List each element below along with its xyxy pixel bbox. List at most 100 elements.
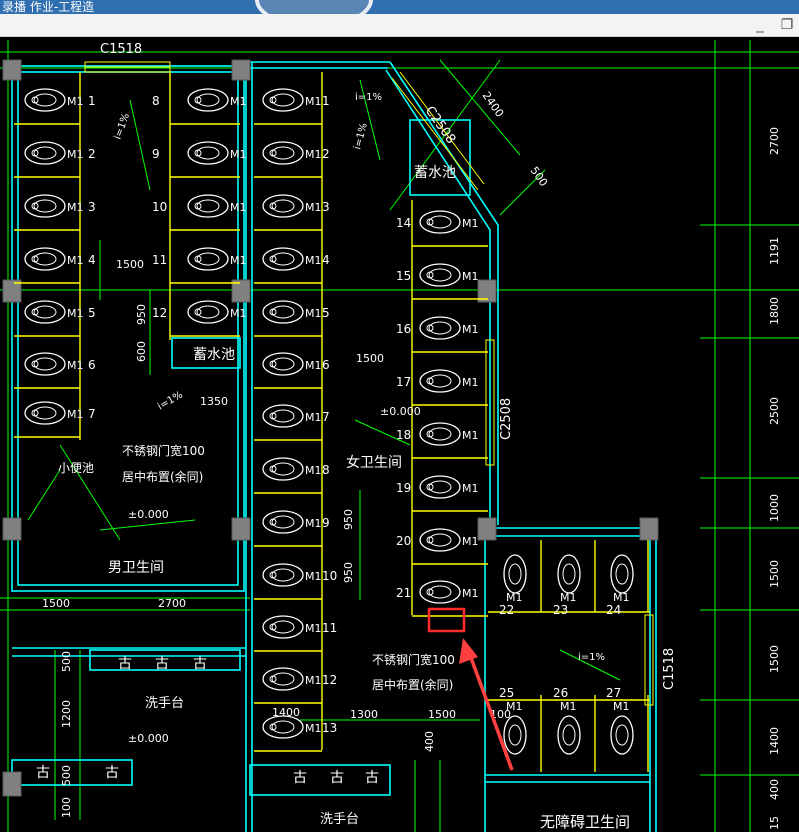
stall-door-label: M1 — [305, 359, 322, 372]
dim-text: 950 — [342, 562, 355, 583]
toilet-stall-7: M1 7 — [262, 404, 330, 428]
dim-text: 1191 — [768, 237, 781, 265]
dim-text: 950 — [342, 509, 355, 530]
label-sink-1: 洗手台 — [145, 696, 184, 711]
toilet-stall-2: M1 2 — [24, 141, 96, 165]
toilet-stall-9: M19 — [262, 510, 330, 534]
dim-text: 1400 — [272, 706, 300, 719]
stall-number: 25 — [499, 686, 514, 700]
stall-number: 15 — [396, 269, 411, 283]
stall-door-label: M1 — [67, 359, 84, 372]
stall-number: 6 — [88, 358, 96, 372]
label-mens-room: 男卫生间 — [108, 560, 164, 576]
dim-text: 15 — [768, 816, 781, 830]
window-c1518-right — [644, 614, 654, 706]
cad-drawing-canvas[interactable]: M1 1M1 2M1 3M1 4M1 5M1 6M1 7M18M19M110M111M112M… — [0, 37, 799, 832]
stall-number: 7 — [322, 410, 330, 424]
toilet-stall-16: M1 16 — [396, 316, 479, 340]
dim-text: 600 — [135, 341, 148, 362]
sink-glyph: 古 — [155, 656, 169, 672]
label-elev-3: ±0.000 — [128, 732, 169, 745]
stall-number: 1 — [88, 94, 96, 108]
label-accessible-restroom: 无障碍卫生间 — [540, 813, 630, 831]
dim-text: 2400 — [480, 89, 507, 119]
label-elev-1: ±0.000 — [128, 508, 169, 521]
dim-text: 1800 — [768, 297, 781, 325]
label-sink-2: 洗手台 — [320, 812, 359, 827]
sink-glyph: 古 — [105, 765, 119, 781]
stall-door-label: M1 — [67, 307, 84, 320]
toilet-stall-13: M1 13 — [262, 715, 337, 739]
dim-text: 500 — [528, 164, 551, 189]
stall-door-label: M1 — [305, 307, 322, 320]
label-slope-1: i=1% — [112, 112, 132, 141]
minimize-icon[interactable]: _ — [752, 17, 768, 33]
toilet-stall-4: M1 4 — [262, 247, 330, 271]
label-c1518-top: C1518 — [100, 42, 142, 57]
label-steel-door-1b: 居中布置(余同) — [122, 469, 203, 484]
stall-door-label: M1 — [305, 148, 322, 161]
stall-number: 26 — [553, 686, 568, 700]
sink-glyph: 古 — [365, 770, 379, 786]
stall-door-label: M1 — [560, 700, 577, 713]
dim-text: 2700 — [158, 597, 186, 610]
toilet-fixtures: M1 1M1 2M1 3M1 4M1 5M1 6M1 7M18M19M110M111M112M… — [24, 88, 634, 755]
toilet-stall-8: M18 — [262, 457, 330, 481]
sink-glyph: 古 — [36, 765, 50, 781]
label-steel-door-2b: 居中布置(余同) — [372, 677, 453, 692]
toilet-stall-4: M1 4 — [24, 247, 96, 271]
dim-text: 1500 — [42, 597, 70, 610]
toilet-stall-5: M1 5 — [24, 300, 96, 324]
window-c1518-top — [84, 61, 171, 73]
toilet-stall-26: M126 — [553, 686, 581, 755]
dim-text: 1500 — [428, 708, 456, 721]
restore-icon[interactable]: ❐ — [779, 17, 795, 33]
toilet-stall-3: M1 3 — [262, 194, 330, 218]
stall-door-label: M1 — [305, 570, 322, 583]
stall-number: 17 — [396, 375, 411, 389]
stall-door-label: M1 — [462, 587, 479, 600]
label-c1518-right: C1518 — [662, 648, 677, 690]
stall-number: 11 — [152, 253, 167, 267]
stall-door-label: M1 — [305, 95, 322, 108]
dim-text: 1300 — [350, 708, 378, 721]
stall-number: 27 — [606, 686, 621, 700]
toilet-stall-8: M18 — [152, 88, 247, 112]
stall-door-label: M1 — [462, 482, 479, 495]
stall-number: 5 — [322, 306, 330, 320]
toilet-stall-3: M1 3 — [24, 194, 96, 218]
sink-glyph: 古 — [193, 656, 207, 672]
toilet-stall-9: M19 — [152, 141, 247, 165]
stall-door-label: M1 — [305, 517, 322, 530]
toilet-stall-11: M1 11 — [152, 247, 247, 271]
stall-number: 10 — [322, 569, 337, 583]
stall-number: 3 — [88, 200, 96, 214]
stall-door-label: M1 — [67, 254, 84, 267]
sink-glyph: 古 — [330, 770, 344, 786]
stall-door-label: M1 — [67, 408, 84, 421]
stall-number: 18 — [396, 428, 411, 442]
label-steel-door-2: 不锈钢门宽100 — [372, 652, 455, 667]
label-slope-2: i=1% — [355, 92, 382, 103]
toilet-stall-18: M1 18 — [396, 422, 479, 446]
dim-text: 1500 — [116, 258, 144, 271]
stall-door-label: M1 — [230, 201, 247, 214]
stall-door-label: M1 — [305, 464, 322, 477]
dim-text: 500 — [60, 765, 73, 786]
toilet-stall-14: M1 14 — [396, 210, 479, 234]
stall-door-label: M1 — [462, 376, 479, 389]
toilet-stall-10: M1 10 — [152, 194, 247, 218]
stall-number: 8 — [152, 94, 160, 108]
dim-text: 1500 — [768, 560, 781, 588]
dim-text: 2500 — [768, 397, 781, 425]
stall-number: 14 — [396, 216, 411, 230]
stall-number: 7 — [88, 407, 96, 421]
label-slope-5: i=1% — [578, 652, 605, 663]
toilet-stall-12: M1 12 — [152, 300, 247, 324]
toilet-stall-21: M1 21 — [396, 580, 479, 604]
toilet-stall-15: M1 15 — [396, 263, 479, 287]
toilet-stall-6: M1 6 — [24, 352, 96, 376]
toilet-stall-5: M1 5 — [262, 300, 330, 324]
sink-glyph: 古 — [118, 656, 132, 672]
stall-door-label: M1 — [462, 270, 479, 283]
